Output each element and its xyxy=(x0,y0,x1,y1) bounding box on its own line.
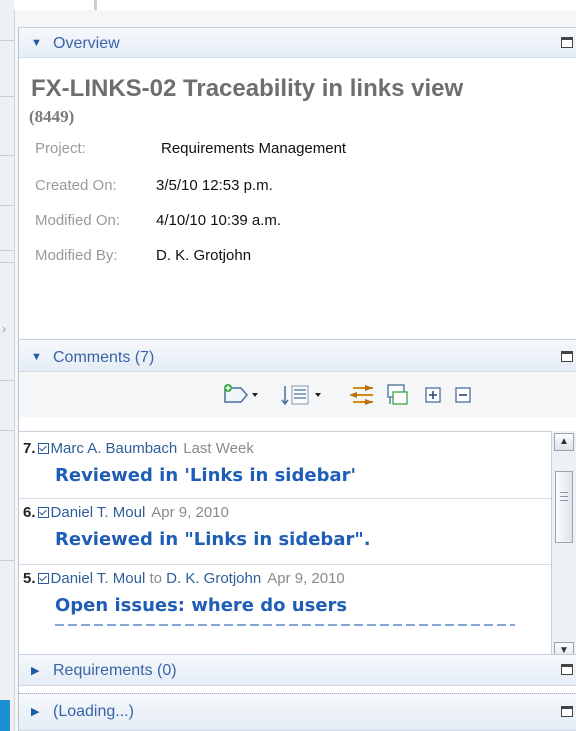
comment-text[interactable]: Reviewed in 'Links in sidebar' xyxy=(55,465,356,486)
overview-section-header[interactable]: ▼ Overview xyxy=(19,27,576,58)
details-panel: ▼ Overview FX-LINKS-02 Traceability in l… xyxy=(18,27,576,731)
created-on-label: Created On: xyxy=(35,177,117,194)
comment-number: 5. xyxy=(23,570,36,587)
comment-item[interactable]: 6. Daniel T. Moul Apr 9, 2010 Reviewed in … xyxy=(19,498,551,565)
comment-text[interactable]: Reviewed in "Links in sidebar". xyxy=(55,529,371,550)
modified-on-value: 4/10/10 10:39 a.m. xyxy=(156,212,282,229)
modified-on-label: Modified On: xyxy=(35,212,121,229)
project-label: Project: xyxy=(35,140,86,157)
left-pane-edge: › xyxy=(0,0,15,731)
filter-button[interactable] xyxy=(349,382,377,408)
expand-triangle-icon[interactable]: ▶ xyxy=(31,705,39,718)
collapse-all-icon xyxy=(455,387,471,403)
sort-icon xyxy=(281,385,321,406)
created-on-value: 3/5/10 12:53 p.m. xyxy=(156,177,273,194)
comment-date: Last Week xyxy=(183,440,254,457)
comment-meta: 7. Marc A. Baumbach Last Week xyxy=(23,440,254,457)
comments-scrollbar[interactable]: ▲ ▼ xyxy=(551,431,576,664)
comment-author[interactable]: Marc A. Baumbach xyxy=(51,440,178,457)
comment-recipient[interactable]: D. K. Grotjohn xyxy=(166,570,261,587)
comment-date: Apr 9, 2010 xyxy=(267,570,345,587)
expand-all-icon xyxy=(425,387,441,403)
maximize-icon[interactable] xyxy=(561,706,573,717)
filter-icon xyxy=(349,385,373,405)
expand-triangle-icon[interactable]: ▶ xyxy=(31,664,39,677)
artifact-id: (8449) xyxy=(29,107,75,126)
expand-all-button[interactable] xyxy=(423,382,445,408)
scroll-thumb[interactable] xyxy=(555,471,573,543)
comment-author[interactable]: Daniel T. Moul xyxy=(51,504,146,521)
comment-author[interactable]: Daniel T. Moul xyxy=(51,570,146,587)
comment-recipient-prefix: to xyxy=(149,570,162,587)
project-value: Requirements Management xyxy=(161,140,347,157)
maximize-icon[interactable] xyxy=(561,664,573,675)
maximize-icon[interactable] xyxy=(561,351,573,362)
maximize-icon[interactable] xyxy=(561,37,573,48)
reply-button[interactable] xyxy=(385,382,413,408)
top-area xyxy=(14,0,576,10)
overview-section-title: Overview xyxy=(53,35,120,52)
loading-section-header[interactable]: ▶ (Loading...) xyxy=(19,693,576,731)
expand-pane-arrow-icon[interactable]: › xyxy=(2,322,6,336)
reply-icon xyxy=(387,384,408,405)
comment-text[interactable]: Open issues: where do users xyxy=(55,595,347,616)
comment-date: Apr 9, 2010 xyxy=(151,504,229,521)
add-comment-button[interactable] xyxy=(219,382,259,408)
checkbox-icon[interactable] xyxy=(37,573,49,584)
checkbox-icon[interactable] xyxy=(37,507,49,518)
comment-meta: 6. Daniel T. Moul Apr 9, 2010 xyxy=(23,504,229,521)
comment-item[interactable]: 5. Daniel T. Moul to D. K. Grotjohn Apr 9,… xyxy=(19,564,551,665)
collapse-triangle-icon[interactable]: ▼ xyxy=(31,37,42,49)
modified-by-value: D. K. Grotjohn xyxy=(156,247,252,264)
modified-by-label: Modified By: xyxy=(35,247,118,264)
requirements-section-title: Requirements (0) xyxy=(53,662,177,679)
loading-section-title: (Loading...) xyxy=(53,703,134,720)
comments-section-header[interactable]: ▼ Comments (7) xyxy=(19,339,576,372)
add-comment-icon xyxy=(224,384,258,403)
checkbox-icon[interactable] xyxy=(37,443,49,454)
comment-item[interactable]: 7. Marc A. Baumbach Last Week Reviewed in … xyxy=(19,432,551,499)
comment-meta: 5. Daniel T. Moul to D. K. Grotjohn Apr 9,… xyxy=(23,570,345,587)
comment-text-overflow xyxy=(55,624,525,632)
comments-toolbar xyxy=(19,372,576,417)
sash-handle[interactable] xyxy=(94,0,97,10)
comments-section-title: Comments (7) xyxy=(53,349,155,366)
sort-button[interactable] xyxy=(281,382,325,408)
collapse-triangle-icon[interactable]: ▼ xyxy=(31,351,42,363)
collapse-all-button[interactable] xyxy=(453,382,475,408)
requirements-section-header[interactable]: ▶ Requirements (0) xyxy=(19,654,576,686)
accent-bar xyxy=(0,700,10,731)
comment-number: 6. xyxy=(23,504,36,521)
comments-list: 7. Marc A. Baumbach Last Week Reviewed in … xyxy=(19,431,551,665)
comment-number: 7. xyxy=(23,440,36,457)
artifact-title: FX-LINKS-02 Traceability in links view xyxy=(31,75,464,102)
scroll-up-icon[interactable]: ▲ xyxy=(554,433,574,451)
